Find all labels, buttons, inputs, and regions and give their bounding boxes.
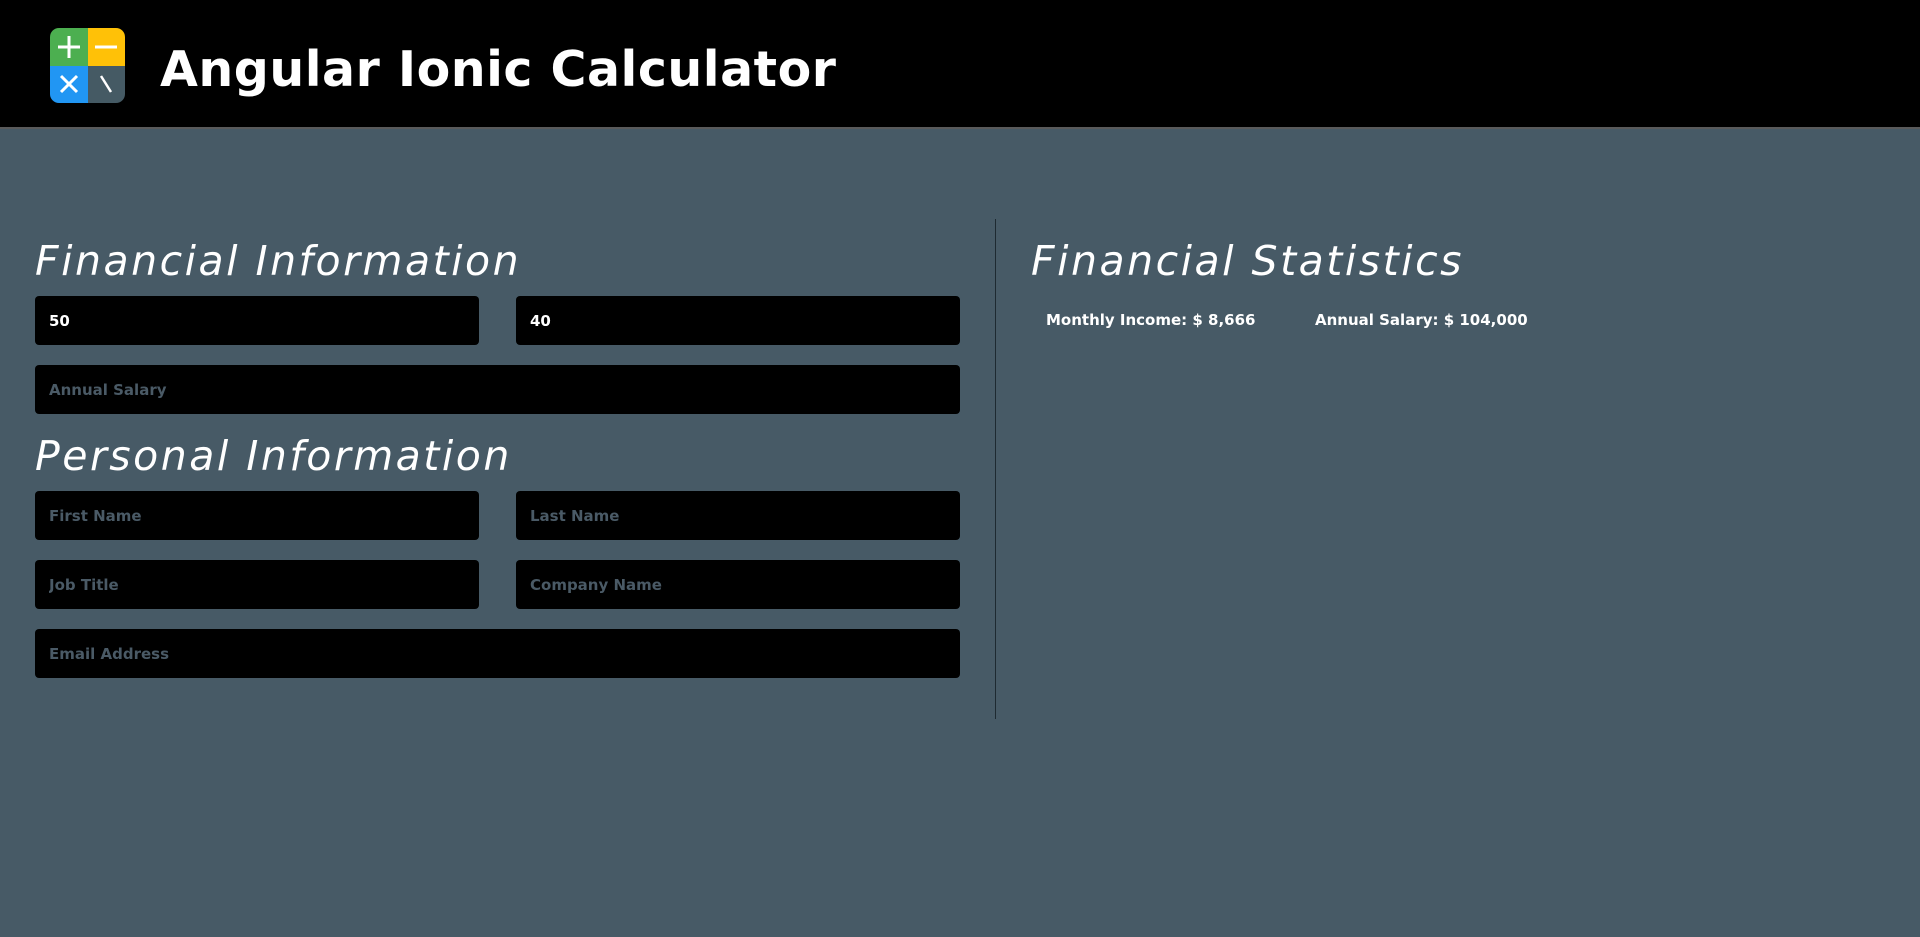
- minus-icon: [87, 28, 125, 66]
- calculator-logo-icon: [50, 28, 125, 103]
- first-name-input[interactable]: [35, 491, 479, 540]
- job-title-input[interactable]: [35, 560, 479, 609]
- divide-icon: [87, 65, 125, 103]
- hours-per-week-input[interactable]: [516, 296, 960, 345]
- personal-information-heading: Personal Information: [35, 432, 512, 480]
- last-name-input[interactable]: [516, 491, 960, 540]
- company-name-input[interactable]: [516, 560, 960, 609]
- times-icon: [50, 65, 88, 103]
- annual-salary-stat: Annual Salary: $ 104,000: [1315, 311, 1528, 329]
- email-address-input[interactable]: [35, 629, 960, 678]
- financial-information-heading: Financial Information: [35, 237, 522, 285]
- monthly-income-stat: Monthly Income: $ 8,666: [1046, 311, 1256, 329]
- app-title: Angular Ionic Calculator: [160, 41, 837, 98]
- annual-salary-input[interactable]: [35, 365, 960, 414]
- column-divider: [995, 219, 996, 719]
- app-header: Angular Ionic Calculator: [0, 0, 1920, 129]
- plus-icon: [50, 28, 88, 66]
- hourly-rate-input[interactable]: [35, 296, 479, 345]
- financial-statistics-heading: Financial Statistics: [1031, 237, 1464, 285]
